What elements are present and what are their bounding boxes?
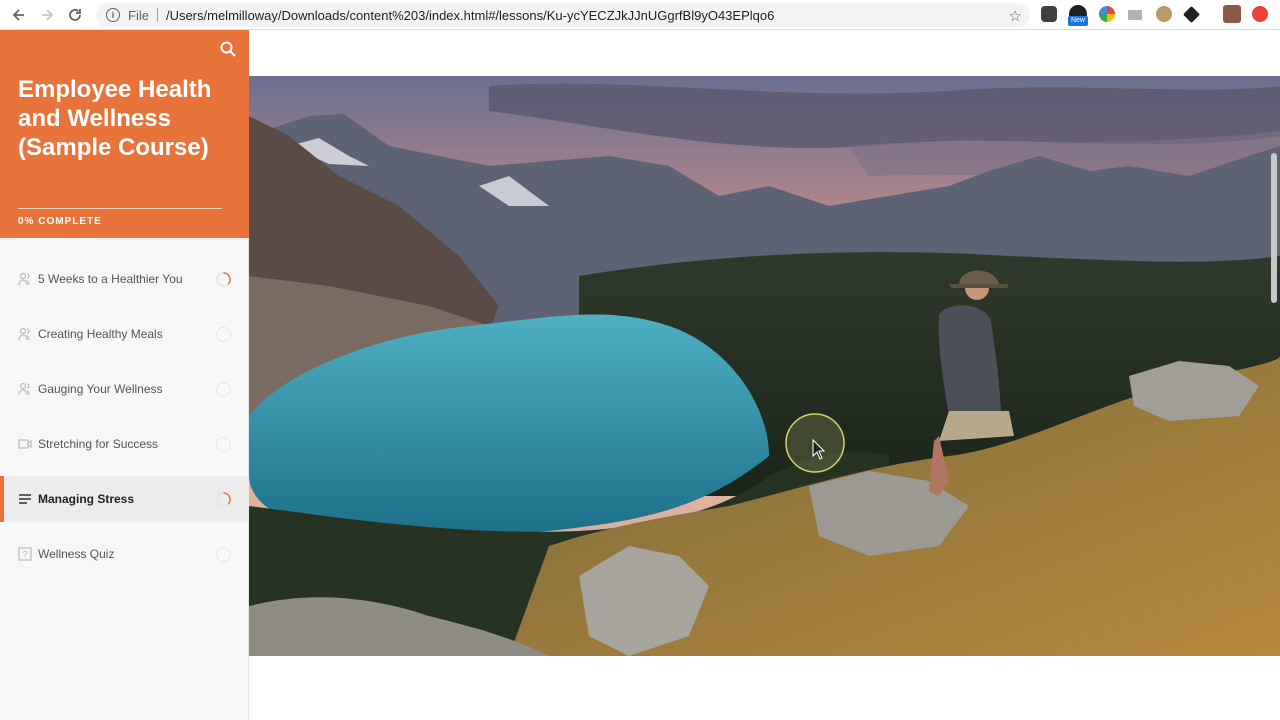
cursor-highlight-icon [785, 413, 845, 473]
url-text[interactable]: /Users/melmilloway/Downloads/content%203… [166, 8, 774, 23]
in-progress-icon [216, 271, 231, 287]
lesson-item-healthy-meals[interactable]: Creating Healthy Meals [0, 311, 249, 357]
page-scrollbar[interactable] [1271, 153, 1277, 303]
address-bar[interactable]: i File /Users/melmilloway/Downloads/cont… [96, 3, 1030, 27]
divider [156, 8, 158, 22]
lesson-item-managing-stress[interactable]: Managing Stress [0, 476, 249, 522]
sidebar-header: Employee Health and Wellness (Sample Cou… [0, 30, 249, 238]
reload-button[interactable] [64, 4, 86, 26]
course-progress-label: 0% COMPLETE [18, 216, 102, 227]
lesson-item-gauging-wellness[interactable]: Gauging Your Wellness [0, 366, 249, 412]
quiz-icon: ? [18, 547, 32, 561]
people-icon [18, 382, 30, 396]
arrow-right-icon [42, 8, 54, 21]
not-started-icon [216, 546, 231, 562]
back-button[interactable] [8, 4, 30, 26]
video-icon [18, 439, 32, 449]
lesson-label: Stretching for Success [38, 437, 159, 451]
extension-shield-icon[interactable] [1041, 6, 1057, 22]
url-scheme: File [128, 7, 149, 23]
lesson-label: 5 Weeks to a Healthier You [38, 272, 183, 286]
people-icon [18, 327, 30, 341]
course-sidebar: Employee Health and Wellness (Sample Cou… [0, 30, 249, 720]
text-lines-icon [19, 494, 31, 504]
search-icon[interactable] [220, 41, 236, 57]
lesson-item-5-weeks[interactable]: 5 Weeks to a Healthier You [0, 256, 249, 302]
extension-red-icon[interactable] [1252, 6, 1268, 22]
course-title: Employee Health and Wellness (Sample Cou… [18, 76, 212, 161]
lesson-item-wellness-quiz[interactable]: ? Wellness Quiz [0, 531, 249, 577]
lesson-label: Gauging Your Wellness [38, 382, 163, 396]
extension-cookie-icon[interactable] [1156, 6, 1172, 22]
course-progress-bar [18, 208, 222, 209]
active-lesson-indicator [0, 476, 4, 522]
info-icon[interactable]: i [106, 8, 120, 22]
lesson-item-stretching[interactable]: Stretching for Success [0, 421, 249, 467]
forward-button[interactable] [36, 4, 58, 26]
not-started-icon [216, 381, 231, 397]
reload-icon [69, 8, 81, 21]
lesson-label: Creating Healthy Meals [38, 327, 163, 341]
lesson-label: Wellness Quiz [38, 547, 115, 561]
bookmark-star-icon[interactable]: ☆ [1009, 7, 1022, 25]
lesson-content [249, 30, 1280, 720]
people-icon [18, 272, 30, 286]
lesson-label: Managing Stress [38, 492, 135, 506]
profile-avatar[interactable] [1223, 5, 1241, 23]
arrow-left-icon [12, 8, 24, 21]
extension-new-badge: New [1068, 16, 1088, 26]
extension-color-icon[interactable] [1099, 6, 1115, 22]
in-progress-icon [216, 491, 231, 507]
not-started-icon [216, 326, 231, 342]
svg-text:?: ? [22, 550, 27, 560]
not-started-icon [216, 436, 231, 452]
hero-image [249, 76, 1280, 656]
extension-chart-icon[interactable] [1128, 10, 1142, 20]
